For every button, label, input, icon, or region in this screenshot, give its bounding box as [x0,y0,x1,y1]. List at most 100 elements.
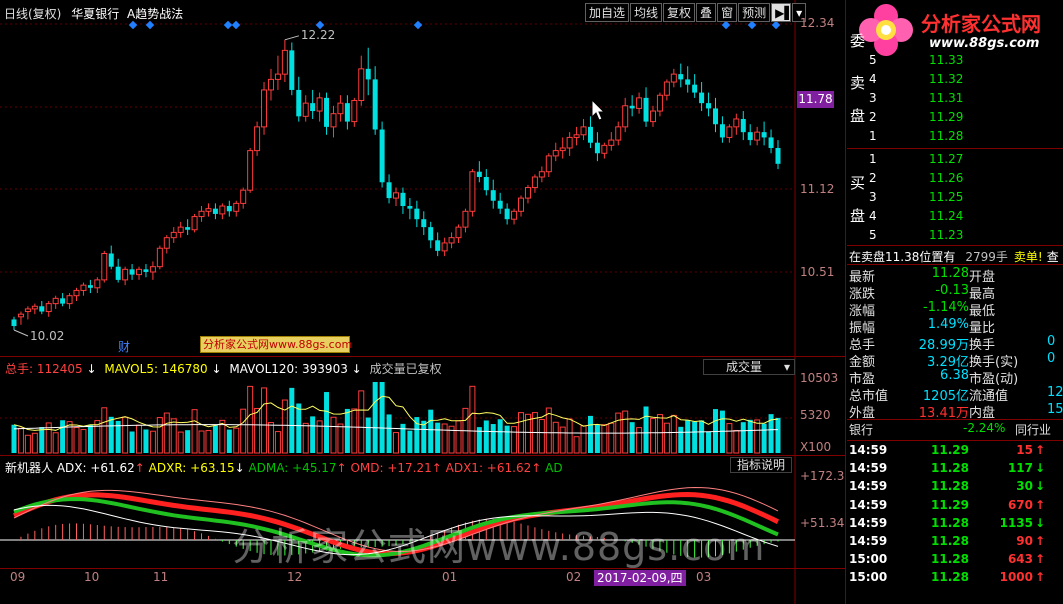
candle-body [663,81,670,96]
adjust-button[interactable]: 复权 [663,3,696,22]
volume-bar [365,417,371,453]
candle-body [414,208,420,220]
sell-level-row[interactable]: 4 11.32 [847,72,1063,88]
date-axis-label: 11 [153,570,169,584]
industry-row[interactable]: 银行 -2.24% 同行业 [847,421,1063,439]
volume-bar [699,420,705,453]
sell-level-row[interactable]: 1 11.28 [847,129,1063,145]
industry-peer-link[interactable]: 同行业 [1015,421,1051,438]
kline-chart-area[interactable]: 12.22 10.02 财 日线(复权) 华夏银行 A趋势战法 加自选 均线 复权 … [0,0,846,604]
volume-bar [455,420,462,454]
add-favorite-button[interactable]: 加自选 [585,3,630,22]
level-price: 11.26 [929,171,964,185]
candle-body [226,206,232,212]
buy-level-row[interactable]: 5 11.23 [847,228,1063,244]
candle-body [143,269,149,272]
sell-level-row[interactable]: 5 11.33 [847,53,1063,69]
mouse-cursor-icon [591,98,606,121]
level-price: 11.27 [929,152,964,166]
buy-level-row[interactable]: 4 11.24 [847,209,1063,225]
orderbook-divider [847,245,1063,246]
candle-body [149,266,156,273]
finance-marker: 财 [118,340,130,354]
indicator-header: 新机器人 ADX: +61.62↑ ADXR: +63.15↓ ADMA: +4… [5,459,563,476]
adma-value: ADMA: +45.17 [248,461,337,475]
sell-level-row[interactable]: 2 11.29 [847,110,1063,126]
candle-body [615,126,622,141]
buy-level-row[interactable]: 2 11.26 [847,171,1063,187]
tick-time: 15:00 [849,570,888,585]
candle-body [726,126,733,138]
volume-indicator-select[interactable]: 成交量 ▾ [703,359,795,375]
indicator-axis-label: +51.34 [800,516,845,530]
candle-body [448,237,455,244]
buy-level-row[interactable]: 3 11.25 [847,190,1063,206]
buy-level-row[interactable]: 1 11.27 [847,152,1063,168]
volume-bar [538,418,545,454]
quote-row: 总手 28.99万 换手 0 [849,334,1063,353]
order-hint[interactable]: 在卖盘11.38位置有 2799手 卖单! 查 [849,248,1059,265]
volume-bar [629,422,635,453]
tick-time: 14:59 [849,443,888,457]
quote-value: 0 [1047,351,1056,366]
tick-volume: 90 [1016,534,1033,548]
candle-body [17,313,24,318]
window-button[interactable]: 窗 [717,3,738,22]
sell-level-row[interactable]: 3 11.31 [847,91,1063,107]
volume-bar [129,431,135,453]
orderbook-divider [847,148,1063,149]
volume-bar [80,429,87,454]
quote-row: 金额 3.29亿 换手(实) 0 [849,351,1063,370]
wei-label: 委 [850,32,866,50]
overlay-button[interactable]: 叠 [696,3,717,22]
hint-more[interactable]: 查 [1047,250,1059,264]
candle-body [254,126,261,152]
candle-body [566,136,573,149]
quote-value: 6.38 [940,368,969,383]
ad-value: AD [545,461,563,475]
candle-body [358,68,365,101]
arrow-down-icon: ↓ [211,362,222,376]
signal-diamond-icon [413,20,423,30]
play-icon[interactable]: ▶▌ [771,3,794,22]
volume-bar [372,382,378,453]
date-axis-label: 09 [10,570,26,584]
ma-button[interactable]: 均线 [630,3,663,22]
level-number: 3 [869,91,877,105]
volume-bar [136,424,143,454]
candle-body [435,240,441,251]
indicator-help-button[interactable]: 指标说明 [730,457,792,473]
level-price: 11.32 [929,72,964,86]
tick-time: 14:59 [849,497,888,512]
quote-row: 涨幅 -1.14% 最低 [849,300,1063,319]
logo-text: 分析家公式网 [921,12,1041,36]
candle-body [678,74,684,80]
candle-body [310,103,316,112]
candle-body [73,289,80,297]
volume-bar [267,422,274,454]
candle-body [573,134,580,138]
volume-bar [122,416,129,454]
candle-body [233,202,240,212]
candle-body [52,297,59,305]
volume-bar [330,416,337,454]
candle-body [538,171,545,178]
candle-body [330,113,337,128]
volume-unit-label: X100 [800,440,832,454]
kline-svg[interactable]: 12.22 10.02 财 [0,0,846,604]
tick-price: 11.28 [931,570,969,585]
candle-body [497,200,503,209]
quote-key: 外盘 [849,406,876,421]
candle-body [94,279,101,289]
arrow-down-icon: ↓ [86,362,97,376]
candle-body [524,187,531,199]
tick-row: 14:59 11.28 117 ↓ [847,461,1063,479]
candle-body [316,97,323,112]
forecast-button[interactable]: 预测 [738,3,771,22]
chevron-down-icon: ▾ [783,360,790,374]
mavol120: MAVOL120: 393903 [229,362,348,376]
quote-row: 最新 11.28 开盘 [849,266,1063,285]
volume-bar [149,430,156,454]
level-price: 11.23 [929,228,964,242]
cursor-date-tag: 2017-02-09,四 [594,570,686,586]
